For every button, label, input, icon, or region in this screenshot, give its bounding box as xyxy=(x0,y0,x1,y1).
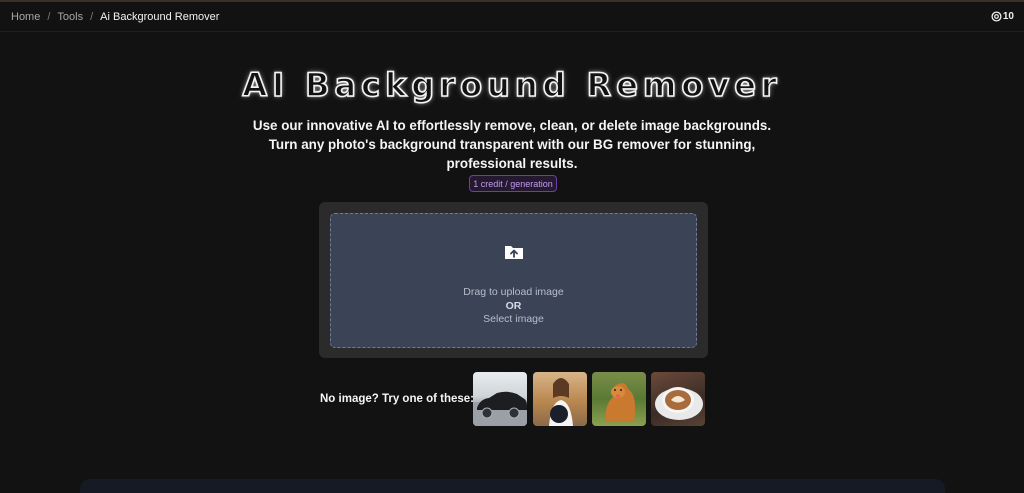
credits-count: 10 xyxy=(1002,11,1014,22)
bottom-section-panel xyxy=(80,479,945,493)
coffee-sample-image xyxy=(655,387,703,420)
breadcrumb-home[interactable]: Home xyxy=(11,11,40,23)
breadcrumb-current: Ai Background Remover xyxy=(100,10,220,23)
or-divider-text: OR xyxy=(505,300,522,312)
woman-sample-thumbnail[interactable] xyxy=(533,372,587,426)
breadcrumb-separator: / xyxy=(47,10,51,23)
main-content: AI Background Remover Use our innovative… xyxy=(0,32,1024,493)
folder-upload-icon xyxy=(505,246,523,259)
credits-display[interactable]: 10 xyxy=(991,11,1014,22)
car-sample-image xyxy=(473,391,527,426)
breadcrumb-tools[interactable]: Tools xyxy=(57,11,83,23)
credit-cost-badge: 1 credit / generation xyxy=(469,175,557,192)
page-subtitle: Use our innovative AI to effortlessly re… xyxy=(252,118,772,171)
breadcrumb: Home / Tools / Ai Background Remover xyxy=(11,11,219,23)
coffee-sample-thumbnail[interactable] xyxy=(651,372,705,426)
top-bar: Home / Tools / Ai Background Remover 10 xyxy=(0,2,1024,32)
select-image-link[interactable]: Select image xyxy=(331,313,696,325)
car-sample-thumbnail[interactable] xyxy=(473,372,527,426)
image-dropzone[interactable]: Drag to upload image OR Select image xyxy=(330,213,697,348)
credit-coin-icon xyxy=(991,11,1002,22)
drag-upload-text: Drag to upload image xyxy=(463,286,564,298)
page-title: AI Background Remover xyxy=(242,65,782,105)
dog-sample-thumbnail[interactable] xyxy=(592,372,646,426)
breadcrumb-separator: / xyxy=(90,10,94,23)
sample-images-label: No image? Try one of these: xyxy=(320,393,474,405)
upload-card: Drag to upload image OR Select image xyxy=(319,202,708,358)
woman-sample-image xyxy=(549,378,573,426)
dog-sample-image xyxy=(605,383,636,422)
